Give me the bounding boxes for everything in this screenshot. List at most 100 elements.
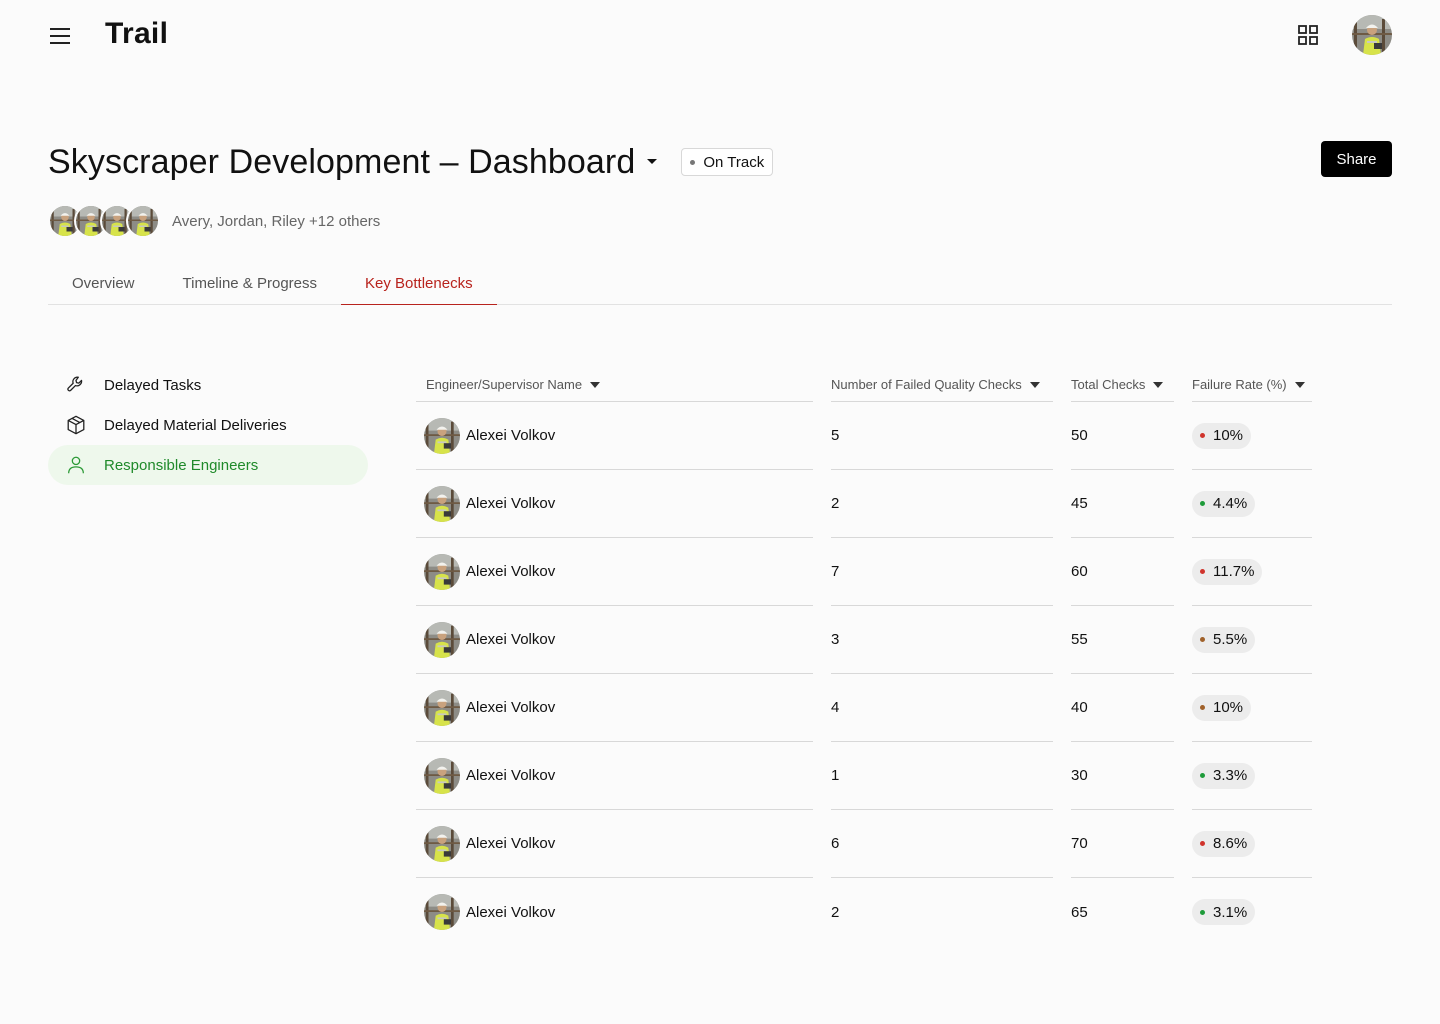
- engineer-avatar: [424, 689, 460, 726]
- failure-rate-value: 3.3%: [1213, 767, 1248, 784]
- column-header-label: Total Checks: [1071, 377, 1146, 392]
- apps-grid-icon[interactable]: [1296, 23, 1320, 47]
- table-cell-failed-checks: 6: [831, 810, 1053, 878]
- table-cell-failure-rate: 5.5%: [1192, 606, 1312, 674]
- engineer-name: Alexei Volkov: [466, 767, 556, 784]
- sort-caret-icon: [1153, 380, 1164, 390]
- column-header-label: Failure Rate (%): [1192, 377, 1287, 392]
- table-cell-name: Alexei Volkov: [416, 402, 813, 470]
- failure-rate-badge: 8.6%: [1192, 830, 1256, 857]
- failure-rate-badge: 10%: [1192, 422, 1252, 449]
- status-dot-icon: [1200, 841, 1205, 846]
- table-cell-failure-rate: 11.7%: [1192, 538, 1312, 606]
- column-header-label: Number of Failed Quality Checks: [831, 377, 1022, 392]
- tab-timeline-progress[interactable]: Timeline & Progress: [159, 262, 342, 305]
- engineer-avatar: [424, 894, 460, 930]
- sidebar-item-delayed-tasks[interactable]: Delayed Tasks: [48, 365, 368, 405]
- table-cell-total-checks: 40: [1071, 674, 1174, 742]
- status-dot-icon: [1200, 909, 1205, 915]
- column-header-failure-rate[interactable]: Failure Rate (%): [1192, 368, 1312, 402]
- engineer-avatar: [424, 417, 460, 454]
- table-cell-failed-checks: 2: [831, 903, 840, 921]
- status-dot-icon: [1200, 501, 1205, 506]
- table-cell-failure-rate: 4.4%: [1192, 470, 1312, 538]
- table-cell-failed-checks: 3: [831, 606, 1053, 674]
- top-bar: Trail: [0, 0, 1440, 72]
- sidebar-item-label: Delayed Material Deliveries: [104, 416, 287, 434]
- title-row: Skyscraper Development – Dashboard On Tr…: [48, 138, 774, 186]
- package-icon: [64, 413, 88, 437]
- failure-rate-value: 8.6%: [1213, 835, 1248, 852]
- sidebar: Delayed Tasks Delayed Material Deliverie…: [48, 365, 368, 485]
- table-cell-name: Alexei Volkov: [416, 538, 813, 606]
- user-avatar[interactable]: [1352, 15, 1392, 55]
- table-cell-failed-checks: 5: [831, 402, 1053, 470]
- sidebar-item-delayed-material-deliveries[interactable]: Delayed Material Deliveries: [48, 405, 368, 445]
- table-cell-total-checks: 60: [1071, 538, 1174, 606]
- table-cell-failure-rate: 8.6%: [1192, 810, 1312, 878]
- table-cell-total-checks: 55: [1071, 606, 1174, 674]
- member-avatars[interactable]: [48, 204, 160, 238]
- table-cell-name: Alexei Volkov: [416, 742, 813, 810]
- chevron-down-icon[interactable]: [645, 155, 659, 169]
- share-button[interactable]: Share: [1321, 141, 1392, 177]
- status-dot-icon: [1200, 773, 1205, 778]
- engineer-name: Alexei Volkov: [466, 835, 556, 852]
- column-header-failed-checks[interactable]: Number of Failed Quality Checks: [831, 368, 1053, 402]
- failure-rate-value: 10%: [1213, 699, 1244, 716]
- engineer-avatar: [424, 553, 460, 590]
- table-cell-failed-checks: 7: [831, 538, 1053, 606]
- members-text: Avery, Jordan, Riley +12 others: [172, 212, 381, 230]
- page-title: Skyscraper Development – Dashboard: [48, 142, 636, 181]
- table-cell-name: Alexei Volkov: [416, 810, 813, 878]
- menu-icon[interactable]: [48, 24, 72, 48]
- table-cell-failed-checks: 1: [831, 742, 1053, 810]
- engineer-avatar: [424, 757, 460, 794]
- failure-rate-badge: 10%: [1192, 694, 1252, 721]
- sort-caret-icon: [1029, 380, 1040, 390]
- table-cell-name: Alexei Volkov: [416, 470, 813, 538]
- table-cell-name: Alexei Volkov: [416, 674, 813, 742]
- engineer-avatar: [424, 621, 460, 658]
- failure-rate-badge: 11.7%: [1192, 558, 1263, 585]
- table-cell-failure-rate: 3.1%: [1192, 878, 1312, 946]
- table-cell-total-checks: 65: [1071, 903, 1088, 921]
- app-brand: Trail: [105, 17, 169, 50]
- member-avatar: [126, 204, 160, 238]
- tab-key-bottlenecks[interactable]: Key Bottlenecks: [341, 262, 497, 305]
- engineer-avatar: [424, 825, 460, 862]
- table-cell-total-checks: 50: [1071, 402, 1174, 470]
- wrench-icon: [64, 373, 88, 397]
- column-header-name[interactable]: Engineer/Supervisor Name: [416, 368, 813, 402]
- members-row[interactable]: Avery, Jordan, Riley +12 others: [48, 203, 380, 239]
- status-badge: On Track: [681, 148, 774, 176]
- engineer-name: Alexei Volkov: [466, 563, 556, 580]
- failure-rate-value: 10%: [1213, 427, 1244, 444]
- table-cell-failed-checks: 4: [831, 674, 1053, 742]
- failure-rate-value: 3.1%: [1213, 903, 1248, 921]
- column-header-label: Engineer/Supervisor Name: [426, 377, 583, 392]
- table-cell-total-checks: 30: [1071, 742, 1174, 810]
- status-dot-icon: [1200, 433, 1205, 438]
- status-dot-icon: [1200, 637, 1205, 642]
- tab-overview[interactable]: Overview: [48, 262, 159, 305]
- engineer-name: Alexei Volkov: [466, 427, 556, 444]
- user-icon: [64, 453, 88, 477]
- status-dot-icon: [1200, 705, 1205, 710]
- failure-rate-value: 11.7%: [1213, 563, 1255, 580]
- status-label: On Track: [703, 153, 765, 171]
- failure-rate-badge: 3.3%: [1192, 762, 1256, 789]
- engineer-name: Alexei Volkov: [466, 903, 556, 921]
- table-cell-failure-rate: 10%: [1192, 402, 1312, 470]
- status-dot-icon: [1200, 569, 1205, 574]
- sidebar-item-responsible-engineers[interactable]: Responsible Engineers: [48, 445, 368, 485]
- engineer-name: Alexei Volkov: [466, 699, 556, 716]
- table-cell-failed-checks: 2: [831, 470, 1053, 538]
- table-cell-total-checks: 45: [1071, 470, 1174, 538]
- failure-rate-value: 4.4%: [1213, 495, 1248, 512]
- table-cell-name: Alexei Volkov: [416, 606, 813, 674]
- column-header-total-checks[interactable]: Total Checks: [1071, 368, 1174, 402]
- failure-rate-badge: 4.4%: [1192, 490, 1256, 517]
- sort-caret-icon: [1294, 380, 1305, 390]
- engineer-name: Alexei Volkov: [466, 631, 556, 648]
